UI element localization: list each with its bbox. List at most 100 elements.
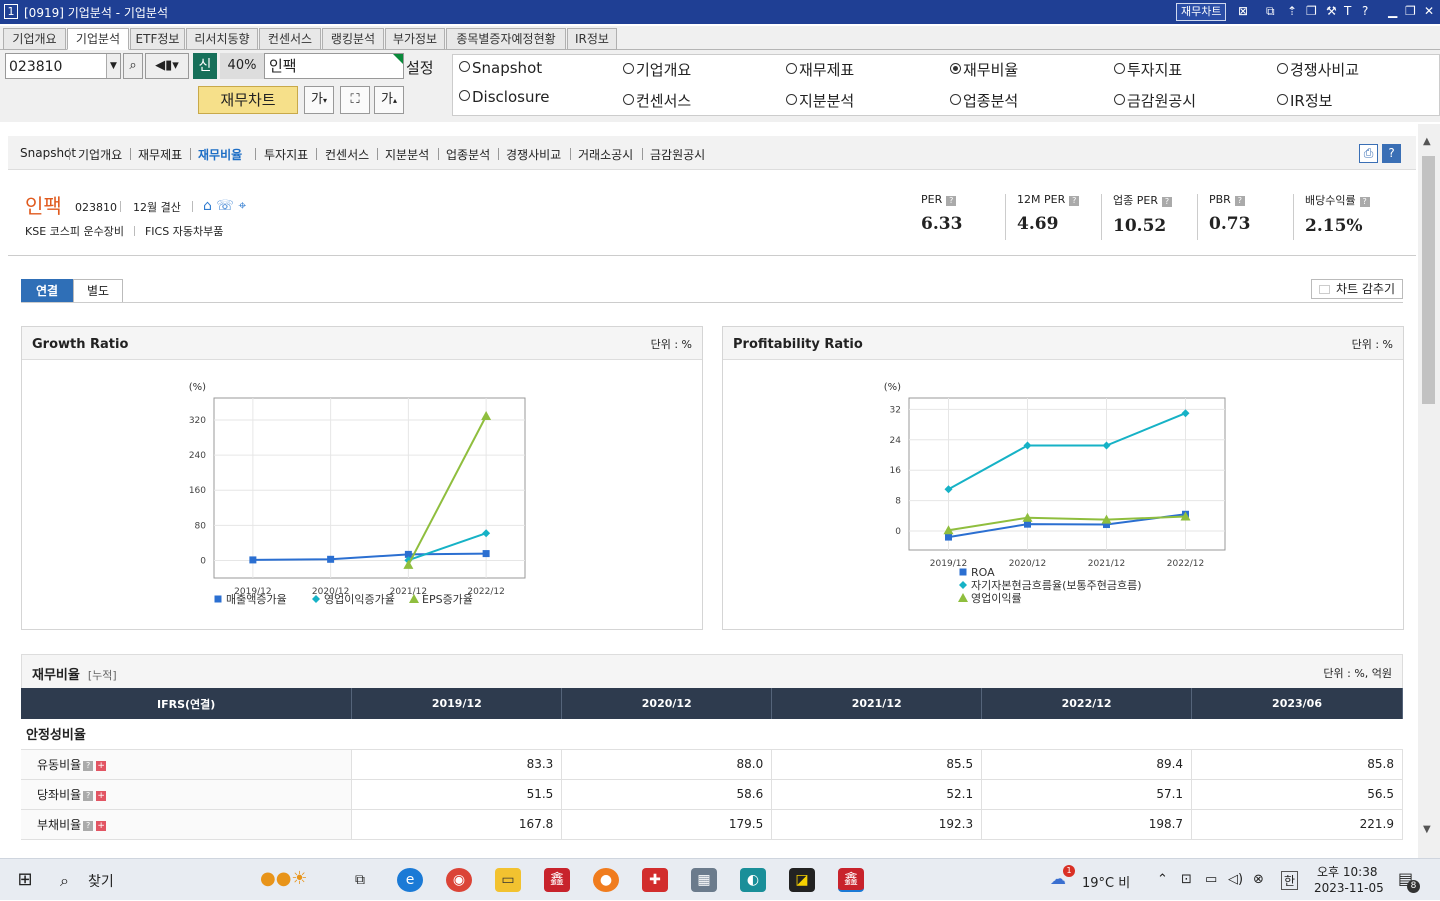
stock-name-field[interactable]: 인팩 [264, 53, 404, 79]
app-icon[interactable]: ✚ [642, 868, 668, 892]
windows-start-icon[interactable]: ⊞ [12, 868, 38, 892]
new-badge[interactable]: 신 [193, 53, 217, 79]
home-icon[interactable]: ⌂ [203, 198, 212, 214]
restore-icon[interactable]: ❐ [1405, 4, 1416, 19]
tab-capital-increase[interactable]: 종목별증자예정현황 [446, 28, 566, 50]
help-icon[interactable]: ? [1359, 197, 1370, 207]
task-view-icon[interactable]: ⧉ [347, 868, 373, 892]
stock-code-input[interactable]: 023810 ▼ [5, 53, 121, 79]
search-icon[interactable]: ⌕ [123, 53, 143, 79]
chart-icon[interactable]: ⊠ [1238, 4, 1248, 19]
taskbar-search[interactable]: ⌕ 찾기 ●●☀ [48, 859, 338, 901]
legend-marker [214, 595, 222, 603]
chevron-up-icon[interactable]: ⌃ [1157, 872, 1168, 887]
radio-fss-disclosure[interactable]: 금감원공시 [1114, 90, 1196, 111]
pin-icon[interactable]: ⇡ [1287, 4, 1297, 19]
radio-disclosure[interactable]: Disclosure [459, 88, 550, 106]
scroll-down-icon[interactable]: ▼ [1423, 824, 1431, 835]
location-icon[interactable]: ⌖ [238, 198, 246, 214]
cascade-icon[interactable]: ❐ [1306, 4, 1317, 19]
network-icon[interactable]: ▭ [1205, 872, 1217, 887]
help-icon[interactable]: ? [1161, 197, 1172, 207]
subnav-ownership[interactable]: 지분분석 [385, 146, 429, 163]
help-icon[interactable]: ? [83, 760, 94, 771]
help-icon[interactable]: ? [1362, 4, 1368, 19]
tab-consolidated[interactable]: 연결 [21, 279, 73, 303]
close-icon[interactable]: ✕ [1424, 4, 1434, 19]
chevron-down-icon[interactable]: ▼ [106, 54, 120, 78]
app2-icon[interactable]: ◐ [740, 868, 766, 892]
expand-icon[interactable]: + [96, 760, 107, 771]
help-icon[interactable]: ? [1234, 196, 1245, 206]
clock-time[interactable]: 오후 10:38 [1317, 863, 1377, 880]
subnav-consensus[interactable]: 컨센서스 [325, 146, 369, 163]
print-icon[interactable]: ⎙ [1359, 144, 1378, 163]
tab-separate[interactable]: 별도 [73, 279, 123, 303]
radio-ownership[interactable]: 지분분석 [786, 90, 854, 111]
subnav-investment-index[interactable]: 투자지표 [264, 146, 308, 163]
help-icon[interactable]: ? [83, 820, 94, 831]
font-smaller-button[interactable]: 가▾ [304, 86, 334, 114]
subnav-financial-ratio[interactable]: 재무비율 [198, 146, 242, 163]
radio-ir-info[interactable]: IR정보 [1277, 90, 1332, 111]
window-link-icon[interactable]: ⧉ [1266, 4, 1275, 19]
tab-etf-info[interactable]: ETF정보 [130, 28, 185, 50]
subnav-exchange-disclosure[interactable]: 거래소공시 [578, 146, 633, 163]
radio-financial-statements[interactable]: 재무제표 [786, 59, 854, 80]
help-icon[interactable]: ? [83, 790, 94, 801]
calculator-icon[interactable]: ▦ [691, 868, 717, 892]
volume-icon[interactable]: ◁) [1228, 872, 1243, 887]
edge-icon[interactable]: e [397, 868, 423, 892]
device-icon[interactable]: ⊡ [1181, 872, 1192, 887]
phone-icon[interactable]: ☏ [216, 198, 234, 214]
radio-peer-comparison[interactable]: 경쟁사비교 [1277, 59, 1359, 80]
radio-industry[interactable]: 업종분석 [950, 90, 1018, 111]
speaker-icon[interactable]: ◀▮▾ [145, 53, 189, 79]
help-icon[interactable]: ? [1069, 196, 1080, 206]
minimize-icon[interactable]: ▁ [1388, 4, 1397, 19]
kakao-icon[interactable]: ● [593, 868, 619, 892]
hide-chart-button[interactable]: 차트 감추기 [1311, 279, 1403, 299]
subnav-fss-disclosure[interactable]: 금감원공시 [650, 146, 705, 163]
radio-investment-index[interactable]: 투자지표 [1114, 59, 1182, 80]
subnav-industry[interactable]: 업종분석 [446, 146, 490, 163]
radio-financial-ratio[interactable]: 재무비율 [950, 59, 1018, 80]
weather-text[interactable]: 19°C 비 [1082, 872, 1130, 891]
settings-button[interactable]: 설정 [406, 57, 434, 78]
help-icon[interactable]: ? [1382, 144, 1401, 163]
tab-ir-info[interactable]: IR정보 [567, 28, 617, 50]
vertical-scrollbar[interactable]: ▲ ▼ [1418, 124, 1440, 858]
help-icon[interactable]: ? [946, 196, 957, 206]
trading-app-active-icon[interactable]: 鑫 [838, 868, 864, 892]
scroll-up-icon[interactable]: ▲ [1423, 136, 1431, 147]
tab-company-analysis[interactable]: 기업분석 [67, 28, 129, 50]
expand-icon[interactable]: + [96, 820, 107, 831]
tab-consensus[interactable]: 컨센서스 [259, 28, 321, 50]
fit-screen-icon[interactable]: ⛶ [340, 86, 370, 114]
scroll-thumb[interactable] [1422, 156, 1435, 404]
radio-snapshot[interactable]: Snapshot [459, 59, 542, 77]
financial-chart-title-button[interactable]: 재무차트 [1176, 3, 1227, 21]
file-explorer-icon[interactable]: ▭ [495, 868, 521, 892]
chrome-icon[interactable]: ◉ [446, 868, 472, 892]
radio-consensus[interactable]: 컨센서스 [623, 90, 691, 111]
financial-chart-button[interactable]: 재무차트 [198, 86, 298, 114]
radio-company-overview[interactable]: 기업개요 [623, 59, 691, 80]
tab-ranking[interactable]: 랭킹분석 [322, 28, 384, 50]
ime-indicator[interactable]: 한 [1281, 871, 1299, 890]
subnav-company-overview[interactable]: 기업개요 [78, 146, 122, 163]
expand-icon[interactable]: + [96, 790, 107, 801]
tab-research[interactable]: 리서치동향 [186, 28, 258, 50]
tools-icon[interactable]: ⚒ [1326, 4, 1337, 19]
sticky-notes-icon[interactable]: ◪ [789, 868, 815, 892]
clock-date[interactable]: 2023-11-05 [1314, 881, 1384, 895]
subnav-peer-comparison[interactable]: 경쟁사비교 [506, 146, 561, 163]
close-circle-icon[interactable]: ⊗ [1253, 872, 1264, 887]
subnav-snapshot[interactable]: Snapshot [20, 146, 76, 160]
tab-company-overview[interactable]: 기업개요 [3, 28, 66, 50]
subnav-financial-statements[interactable]: 재무제표 [138, 146, 182, 163]
font-icon[interactable]: T [1344, 4, 1351, 19]
trading-app-icon[interactable]: 鑫 [544, 868, 570, 892]
tab-additional-info[interactable]: 부가정보 [385, 28, 445, 50]
font-larger-button[interactable]: 가▴ [374, 86, 404, 114]
